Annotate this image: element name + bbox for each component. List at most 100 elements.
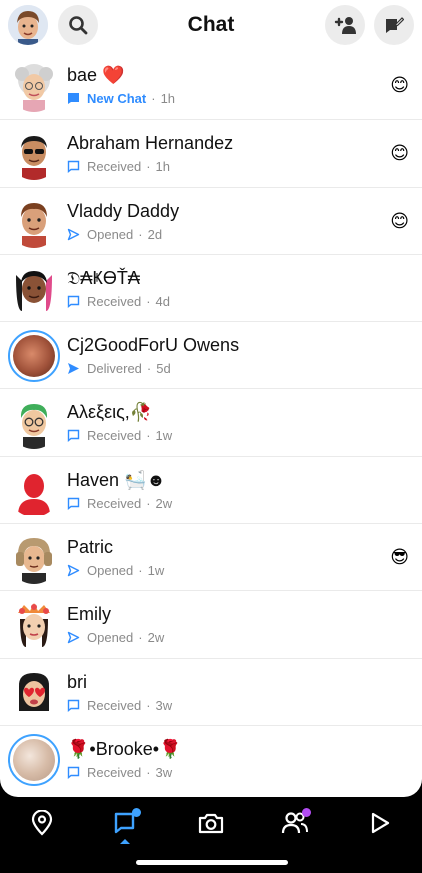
chat-row[interactable]: 𝔇₳ҜӨŤ₳ Received · 4d	[0, 253, 422, 321]
new-chat-icon	[386, 17, 404, 33]
chat-screen: Chat bae ❤️ New Chat · 1h 😊 Abraham Hern…	[0, 0, 422, 797]
status-time: 1w	[155, 428, 173, 444]
status-time: 3w	[155, 697, 173, 713]
status-label: Opened	[87, 563, 134, 579]
chat-name: Cj2GoodForU Owens	[67, 335, 240, 356]
avatar	[8, 465, 60, 517]
status-time: 2w	[147, 630, 165, 646]
add-friend-button[interactable]	[325, 5, 365, 45]
status-time: 1h	[160, 91, 176, 106]
separator-dot: ·	[138, 226, 143, 242]
chat-name: Patric	[67, 537, 114, 558]
status-time: 5d	[156, 361, 171, 377]
bitmoji-avatar-icon	[18, 672, 50, 711]
status-label: Received	[87, 428, 142, 444]
status-time: 2w	[155, 495, 173, 511]
bitmoji-avatar-icon	[21, 136, 47, 181]
play-icon	[371, 812, 390, 834]
chat-status: Received · 4d	[67, 294, 170, 309]
chat-status: Received · 2w	[67, 496, 172, 511]
active-tab-indicator	[120, 839, 130, 844]
chat-row[interactable]: Abraham Hernandez Received · 1h 😊	[0, 119, 422, 186]
chat-status: Received · 1h	[67, 159, 170, 174]
nav-discover[interactable]	[362, 805, 398, 841]
bitmoji-avatar-icon	[16, 270, 52, 311]
chat-name: Vladdy Daddy	[67, 200, 180, 221]
chat-name: 🌹•Brooke•🌹	[67, 738, 182, 759]
notification-badge	[302, 808, 311, 817]
new-chat-button[interactable]	[374, 5, 414, 45]
arrow-filled-icon	[67, 362, 80, 375]
chat-outline-icon	[67, 160, 80, 174]
chat-row[interactable]: bri Received · 3w	[0, 657, 422, 725]
chat-filled-icon	[67, 92, 80, 105]
nav-chat[interactable]	[107, 805, 143, 841]
chat-name: bri	[67, 671, 88, 692]
avatar	[8, 60, 60, 112]
add-friend-icon	[334, 17, 356, 34]
status-label: Delivered	[87, 361, 142, 377]
chat-outline-icon	[67, 699, 80, 712]
story-thumbnail	[13, 335, 55, 378]
chat-status: Opened · 2w	[67, 630, 164, 645]
separator-dot: ·	[138, 563, 143, 579]
chat-status: Received · 3w	[67, 765, 172, 780]
chat-outline-icon	[67, 429, 80, 443]
chat-status: Opened · 1w	[67, 563, 164, 578]
chat-row[interactable]: Haven 🛀☻ Received · 2w	[0, 455, 422, 523]
chat-status: Delivered · 5d	[67, 361, 171, 376]
arrow-outline-icon	[67, 631, 80, 644]
chat-row[interactable]: Cj2GoodForU Owens Delivered · 5d	[0, 321, 422, 388]
chat-name: bae ❤️	[67, 65, 125, 85]
header: Chat	[0, 0, 422, 52]
chat-status: Received · 1w	[67, 428, 172, 443]
chat-row[interactable]: Emily Opened · 2w	[0, 590, 422, 657]
separator-dot: ·	[151, 91, 156, 106]
avatar	[8, 397, 60, 450]
chat-outline-icon	[67, 766, 80, 779]
status-label: Received	[87, 293, 142, 309]
status-label: Received	[87, 697, 142, 713]
arrow-outline-icon	[67, 228, 80, 241]
camera-icon	[198, 813, 224, 834]
status-label: Opened	[87, 630, 134, 646]
avatar	[8, 532, 60, 585]
separator-dot: ·	[146, 428, 151, 444]
chat-status: New Chat · 1h	[67, 91, 175, 106]
chat-name: Emily	[67, 604, 111, 625]
avatar	[8, 128, 60, 181]
avatar	[8, 330, 60, 383]
separator-dot: ·	[146, 697, 151, 713]
chat-row[interactable]: bae ❤️ New Chat · 1h 😊	[0, 52, 422, 119]
status-time: 3w	[155, 764, 173, 780]
avatar	[8, 263, 60, 315]
nav-map[interactable]	[24, 805, 60, 841]
chat-row[interactable]: Patric Opened · 1w 😎	[0, 523, 422, 590]
friend-emoji: 😊	[390, 143, 409, 164]
bitmoji-grandma-icon	[15, 64, 53, 112]
nav-friends[interactable]	[277, 805, 313, 841]
chat-list: bae ❤️ New Chat · 1h 😊 Abraham Hernandez…	[0, 52, 422, 792]
avatar	[8, 667, 60, 719]
notification-badge	[132, 808, 141, 817]
chat-status: Received · 3w	[67, 698, 172, 713]
chat-row[interactable]: 🌹•Brooke•🌹 Received · 3w	[0, 724, 422, 792]
status-time: 4d	[155, 293, 171, 309]
bitmoji-avatar-icon	[18, 603, 50, 648]
bitmoji-avatar-icon	[21, 202, 47, 248]
chat-outline-icon	[67, 295, 80, 308]
separator-dot: ·	[138, 630, 143, 646]
friend-emoji: 😎	[390, 547, 409, 568]
bitmoji-avatar-icon	[16, 538, 52, 585]
status-label: Received	[87, 764, 142, 780]
separator-dot: ·	[146, 495, 151, 511]
home-indicator	[136, 860, 288, 865]
status-label: Received	[87, 495, 142, 511]
bitmoji-avatar-icon	[20, 404, 48, 450]
chat-row[interactable]: Αλεξεις,🥀 Received · 1w	[0, 388, 422, 455]
nav-camera[interactable]	[193, 805, 229, 841]
separator-dot: ·	[146, 293, 151, 309]
status-time: 1h	[155, 159, 171, 175]
chat-row[interactable]: Vladdy Daddy Opened · 2d 😊	[0, 186, 422, 254]
map-pin-icon	[31, 810, 53, 836]
